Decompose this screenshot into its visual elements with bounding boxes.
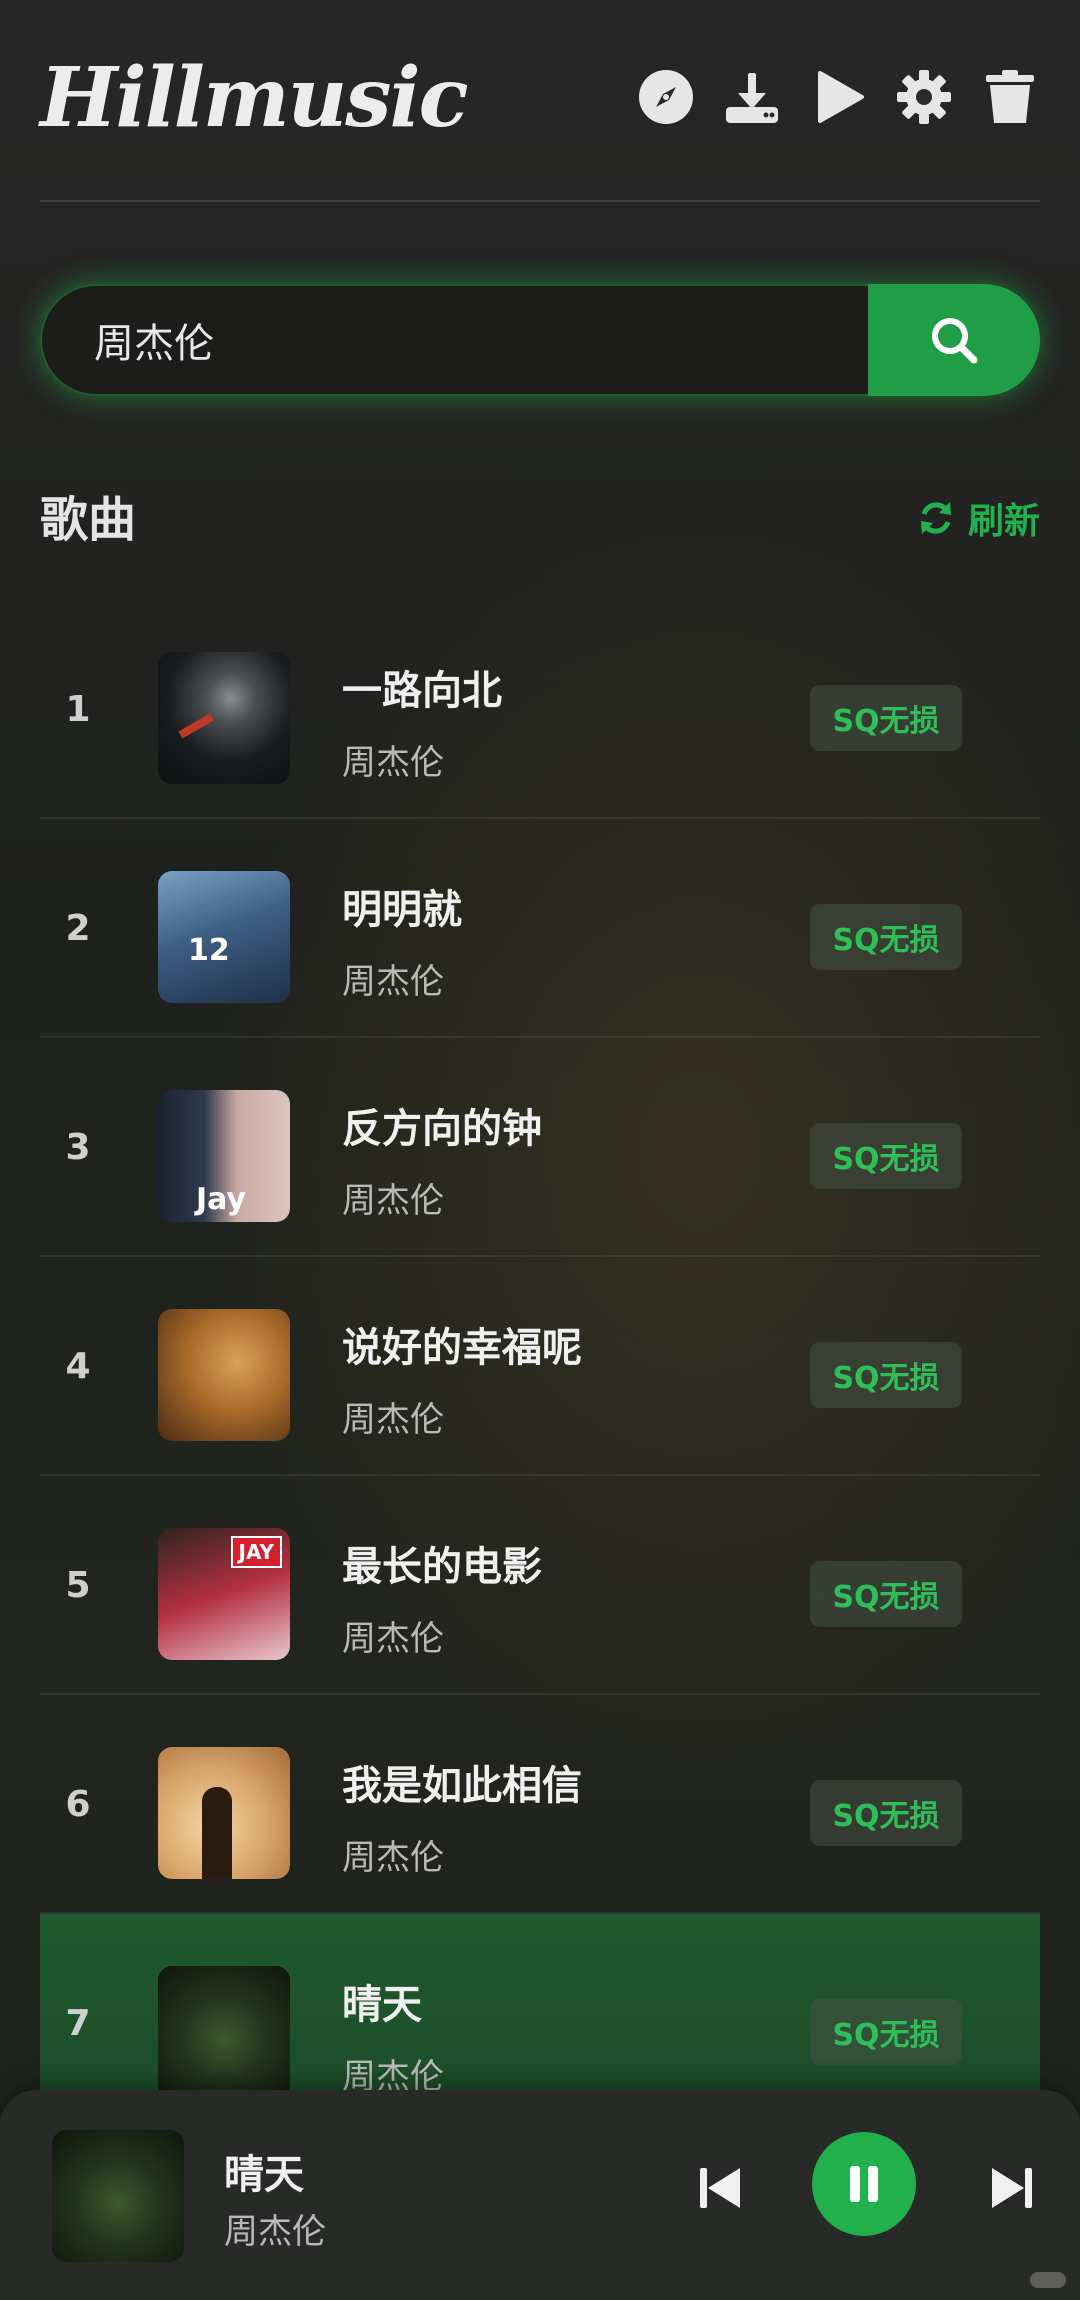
album-cover: JAY xyxy=(158,1528,290,1660)
download-icon[interactable] xyxy=(722,67,782,127)
song-number: 6 xyxy=(65,1784,91,1825)
next-button[interactable] xyxy=(984,2160,1040,2216)
skip-previous-icon xyxy=(700,2168,740,2208)
song-artist: 周杰伦 xyxy=(342,1838,444,1878)
song-row[interactable]: 1 一路向北 周杰伦 SQ无损 xyxy=(40,600,1040,819)
search-input[interactable] xyxy=(40,284,868,396)
song-title: 说好的幸福呢 xyxy=(342,1325,582,1371)
mini-player[interactable]: 晴天 周杰伦 xyxy=(0,2090,1080,2300)
header-actions xyxy=(610,62,1040,132)
song-title: 晴天 xyxy=(342,1982,422,2028)
song-artist: 周杰伦 xyxy=(342,1181,444,1221)
song-title: 反方向的钟 xyxy=(342,1106,542,1152)
quality-badge: SQ无损 xyxy=(810,1342,962,1408)
quality-badge: SQ无损 xyxy=(810,1123,962,1189)
quality-badge: SQ无损 xyxy=(810,685,962,751)
song-row[interactable]: 5 JAY 最长的电影 周杰伦 SQ无损 xyxy=(40,1476,1040,1695)
song-row[interactable]: 3 Jay 反方向的钟 周杰伦 SQ无损 xyxy=(40,1038,1040,1257)
song-number: 3 xyxy=(65,1127,91,1168)
player-album-cover xyxy=(52,2130,184,2262)
refresh-icon xyxy=(920,502,951,534)
song-number: 1 xyxy=(65,689,91,730)
watermark xyxy=(1030,2272,1066,2288)
search-icon xyxy=(932,318,978,364)
album-cover xyxy=(158,652,290,784)
pause-button[interactable] xyxy=(812,2132,916,2236)
cover-text: 12 xyxy=(188,933,230,968)
search-button[interactable] xyxy=(868,284,1040,396)
refresh-label: 刷新 xyxy=(967,501,1040,542)
refresh-button[interactable]: 刷新 xyxy=(916,492,1040,544)
song-number: 2 xyxy=(65,908,91,949)
song-number: 4 xyxy=(65,1346,91,1387)
section-title: 歌曲 xyxy=(40,492,137,548)
cover-accent xyxy=(178,713,214,739)
album-cover xyxy=(158,1309,290,1441)
album-cover: Jay xyxy=(158,1090,290,1222)
song-row[interactable]: 2 12 明明就 周杰伦 SQ无损 xyxy=(40,819,1040,1038)
song-title: 一路向北 xyxy=(342,668,502,714)
player-song-artist: 周杰伦 xyxy=(224,2212,326,2252)
song-title: 明明就 xyxy=(342,887,462,933)
play-icon[interactable] xyxy=(808,67,868,127)
song-row[interactable]: 6 我是如此相信 周杰伦 SQ无损 xyxy=(40,1695,1040,1914)
song-number: 5 xyxy=(65,1565,91,1606)
player-song-title: 晴天 xyxy=(224,2152,304,2198)
quality-badge: SQ无损 xyxy=(810,1999,962,2065)
previous-button[interactable] xyxy=(692,2160,748,2216)
app-logo: Hillmusic xyxy=(40,50,469,146)
gear-icon[interactable] xyxy=(894,67,954,127)
pause-icon xyxy=(850,2166,878,2202)
search-bar xyxy=(40,284,1040,396)
quality-badge: SQ无损 xyxy=(810,904,962,970)
song-list: 1 一路向北 周杰伦 SQ无损 2 12 明明就 周杰伦 SQ无损 3 Jay … xyxy=(40,600,1040,2133)
skip-next-icon xyxy=(992,2168,1032,2208)
song-artist: 周杰伦 xyxy=(342,1400,444,1440)
cover-text: Jay xyxy=(196,1182,247,1217)
quality-badge: SQ无损 xyxy=(810,1561,962,1627)
quality-badge: SQ无损 xyxy=(810,1780,962,1846)
header-divider xyxy=(40,200,1040,202)
album-cover: 12 xyxy=(158,871,290,1003)
cover-text: JAY xyxy=(230,1536,282,1568)
compass-icon[interactable] xyxy=(636,67,696,127)
album-cover xyxy=(158,1747,290,1879)
cover-figure xyxy=(202,1787,232,1879)
song-artist: 周杰伦 xyxy=(342,1619,444,1659)
song-artist: 周杰伦 xyxy=(342,962,444,1002)
song-artist: 周杰伦 xyxy=(342,743,444,783)
app: Hillmusic 歌曲 xyxy=(0,0,1080,2300)
song-title: 最长的电影 xyxy=(342,1544,542,1590)
album-cover xyxy=(158,1966,290,2098)
song-title: 我是如此相信 xyxy=(342,1763,582,1809)
trash-icon[interactable] xyxy=(980,67,1040,127)
song-row[interactable]: 4 说好的幸福呢 周杰伦 SQ无损 xyxy=(40,1257,1040,1476)
header: Hillmusic xyxy=(40,48,1040,158)
